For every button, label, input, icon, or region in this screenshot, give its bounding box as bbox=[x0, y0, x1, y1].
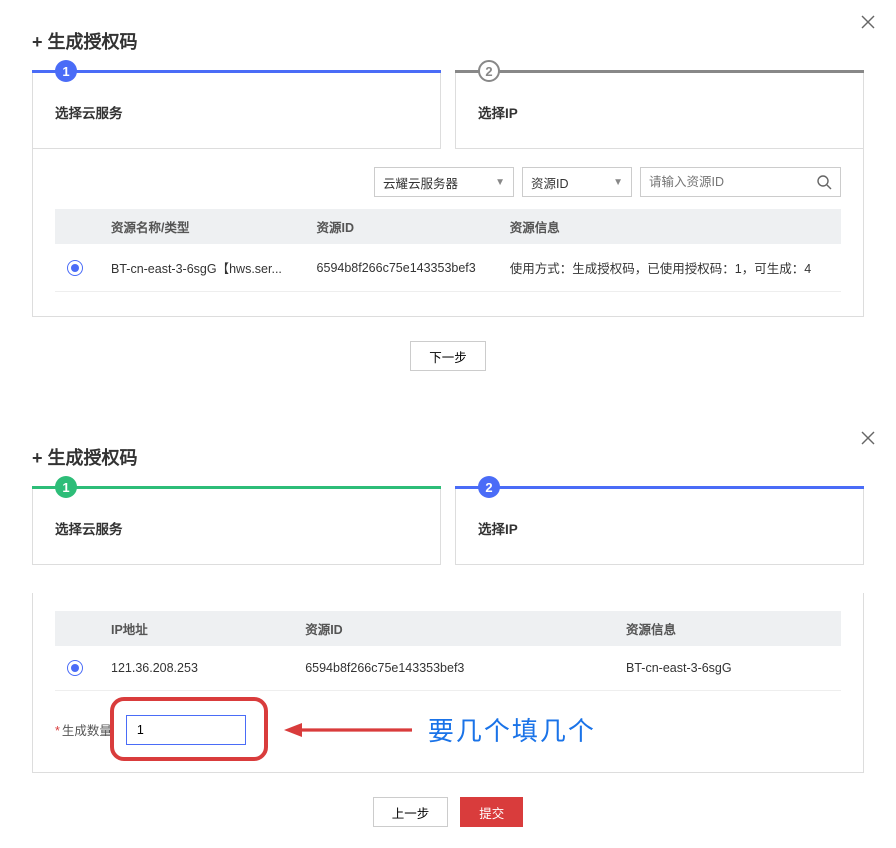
step-indicator: 1 选择云服务 2 选择IP bbox=[32, 70, 864, 149]
cell-name: BT-cn-east-3-6sgG【hws.ser... bbox=[99, 244, 305, 292]
service-type-select[interactable]: 云耀云服务器 ▼ bbox=[374, 167, 514, 197]
table-row[interactable]: 121.36.208.253 6594b8f266c75e143353bef3 … bbox=[55, 646, 841, 691]
row-radio[interactable] bbox=[67, 660, 83, 676]
col-id: 资源ID bbox=[293, 611, 614, 646]
step-number: 1 bbox=[55, 476, 77, 498]
cell-id: 6594b8f266c75e143353bef3 bbox=[293, 646, 614, 691]
step-indicator: 1 选择云服务 2 选择IP bbox=[32, 486, 864, 565]
resource-table: 资源名称/类型 资源ID 资源信息 BT-cn-east-3-6sgG【hws.… bbox=[55, 209, 841, 292]
step-number: 1 bbox=[55, 60, 77, 82]
table-row[interactable]: BT-cn-east-3-6sgG【hws.ser... 6594b8f266c… bbox=[55, 244, 841, 292]
chevron-down-icon: ▼ bbox=[495, 177, 505, 188]
cell-info: 使用方式：生成授权码，已使用授权码：1，可生成：4 bbox=[498, 244, 841, 292]
col-id: 资源ID bbox=[305, 209, 498, 244]
quantity-label: *生成数量 bbox=[55, 720, 112, 739]
quantity-row: *生成数量 要几个填几个 bbox=[55, 711, 841, 748]
quantity-input[interactable] bbox=[126, 715, 246, 745]
close-icon[interactable] bbox=[860, 430, 876, 446]
select-value: 云耀云服务器 bbox=[383, 173, 458, 192]
prev-button[interactable]: 上一步 bbox=[373, 797, 449, 827]
cell-info: BT-cn-east-3-6sgG bbox=[614, 646, 841, 691]
step-1: 1 选择云服务 bbox=[32, 70, 441, 149]
chevron-down-icon: ▼ bbox=[613, 177, 623, 188]
step-2: 2 选择IP bbox=[455, 70, 864, 149]
filter-row: 云耀云服务器 ▼ 资源ID ▼ bbox=[55, 167, 841, 197]
step-number: 2 bbox=[478, 476, 500, 498]
arrow-left-icon bbox=[284, 720, 414, 740]
step-label: 选择云服务 bbox=[55, 102, 418, 122]
ip-table: IP地址 资源ID 资源信息 121.36.208.253 6594b8f266… bbox=[55, 611, 841, 691]
annotation-text: 要几个填几个 bbox=[428, 711, 596, 748]
step-label: 选择云服务 bbox=[55, 518, 418, 538]
col-info: 资源信息 bbox=[614, 611, 841, 646]
button-row: 上一步 提交 bbox=[32, 797, 864, 827]
annotation: 要几个填几个 bbox=[284, 711, 596, 748]
step-number: 2 bbox=[478, 60, 500, 82]
content-panel: 云耀云服务器 ▼ 资源ID ▼ 资源名称/类型 资源ID 资源信息 bbox=[32, 149, 864, 317]
modal-title: + 生成授权码 bbox=[32, 28, 864, 54]
button-row: 下一步 bbox=[32, 341, 864, 371]
step-1[interactable]: 1 选择云服务 bbox=[32, 486, 441, 565]
modal-step2: + 生成授权码 1 选择云服务 2 选择IP IP地址 资源ID 资源信息 bbox=[0, 416, 896, 848]
select-value: 资源ID bbox=[531, 173, 569, 192]
cell-ip: 121.36.208.253 bbox=[99, 646, 293, 691]
step-2: 2 选择IP bbox=[455, 486, 864, 565]
submit-button[interactable]: 提交 bbox=[460, 797, 523, 827]
close-icon[interactable] bbox=[860, 14, 876, 30]
col-info: 资源信息 bbox=[498, 209, 841, 244]
row-radio[interactable] bbox=[67, 260, 83, 276]
content-panel: IP地址 资源ID 资源信息 121.36.208.253 6594b8f266… bbox=[32, 593, 864, 773]
resource-key-select[interactable]: 资源ID ▼ bbox=[522, 167, 632, 197]
resource-search[interactable] bbox=[640, 167, 841, 197]
search-input[interactable] bbox=[649, 175, 810, 189]
col-name: 资源名称/类型 bbox=[99, 209, 305, 244]
col-ip: IP地址 bbox=[99, 611, 293, 646]
step-label: 选择IP bbox=[478, 518, 841, 538]
next-button[interactable]: 下一步 bbox=[410, 341, 486, 371]
required-star: * bbox=[55, 724, 60, 738]
modal-title: + 生成授权码 bbox=[32, 444, 864, 470]
step-label: 选择IP bbox=[478, 102, 841, 122]
cell-id: 6594b8f266c75e143353bef3 bbox=[305, 244, 498, 292]
table-header-row: IP地址 资源ID 资源信息 bbox=[55, 611, 841, 646]
modal-step1: + 生成授权码 1 选择云服务 2 选择IP 云耀云服务器 ▼ 资源ID ▼ bbox=[0, 0, 896, 392]
search-icon[interactable] bbox=[816, 174, 832, 190]
table-header-row: 资源名称/类型 资源ID 资源信息 bbox=[55, 209, 841, 244]
